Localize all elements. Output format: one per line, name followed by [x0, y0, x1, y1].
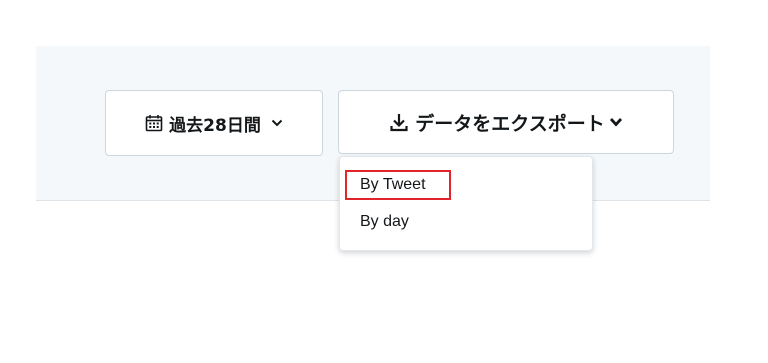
export-data-button[interactable]: データをエクスポート: [338, 90, 674, 154]
calendar-icon: [145, 114, 163, 132]
chevron-down-icon: [609, 117, 623, 127]
page: 過去28日間 データをエクスポート By Tweet By day: [0, 0, 768, 363]
download-icon: [389, 112, 409, 132]
menu-item-by-tweet[interactable]: By Tweet: [360, 176, 426, 194]
export-data-label: データをエクスポート: [415, 112, 605, 135]
date-range-label: 過去28日間: [169, 115, 261, 136]
export-dropdown-menu: By Tweet By day: [339, 156, 593, 251]
menu-item-by-day[interactable]: By day: [360, 213, 409, 231]
chevron-down-icon: [271, 119, 283, 127]
date-range-button[interactable]: 過去28日間: [105, 90, 323, 156]
